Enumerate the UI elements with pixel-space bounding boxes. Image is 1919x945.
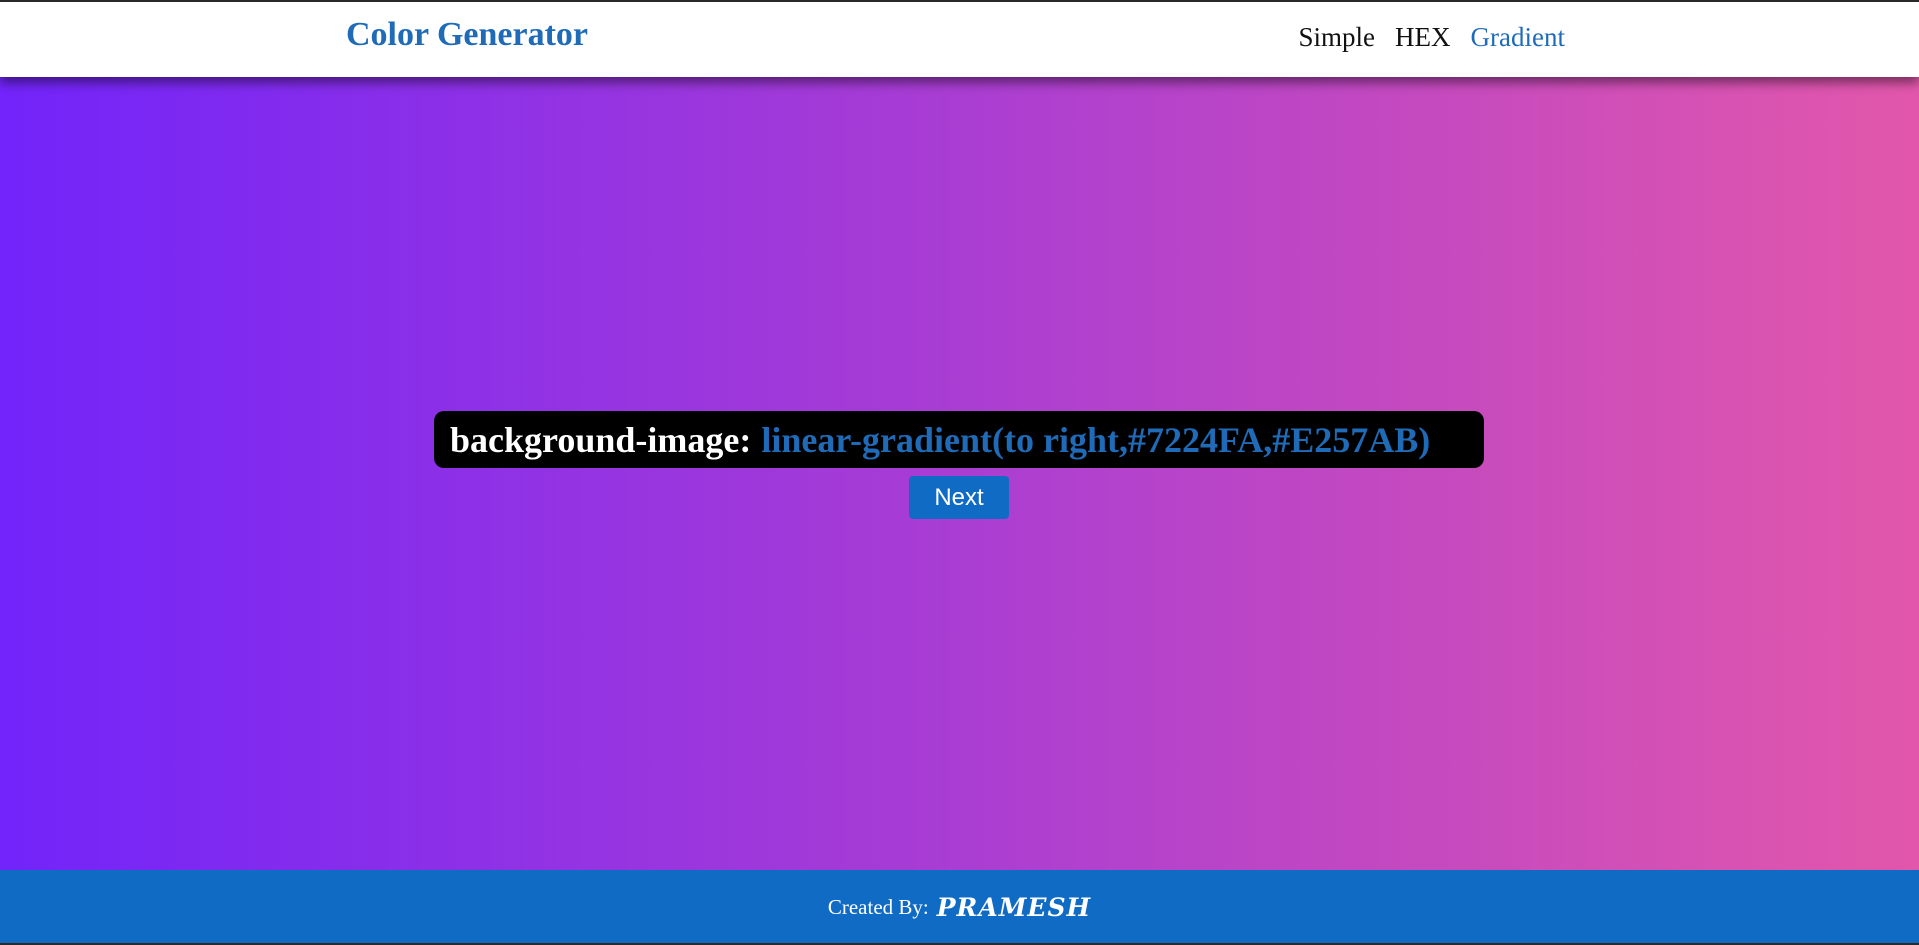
next-button[interactable]: Next [909,476,1009,519]
nav-links: Simple HEX Gradient [1299,22,1565,53]
gradient-preview-area: background-image: linear-gradient(to rig… [0,77,1919,870]
footer-credit-label: Created By: [827,895,929,919]
css-code-display: background-image: linear-gradient(to rig… [434,411,1484,468]
footer: Created By: PRAMESH [0,870,1919,945]
nav-link-hex[interactable]: HEX [1395,22,1451,53]
nav-link-gradient[interactable]: Gradient [1471,22,1565,53]
css-value-text: linear-gradient(to right,#7224FA,#E257AB… [761,419,1431,460]
footer-author-name: PRAMESH [936,893,1092,922]
navbar: Color Generator Simple HEX Gradient [0,2,1919,77]
nav-link-simple[interactable]: Simple [1299,22,1376,53]
css-property-label: background-image: [450,419,752,460]
brand-logo[interactable]: Color Generator [346,16,588,54]
